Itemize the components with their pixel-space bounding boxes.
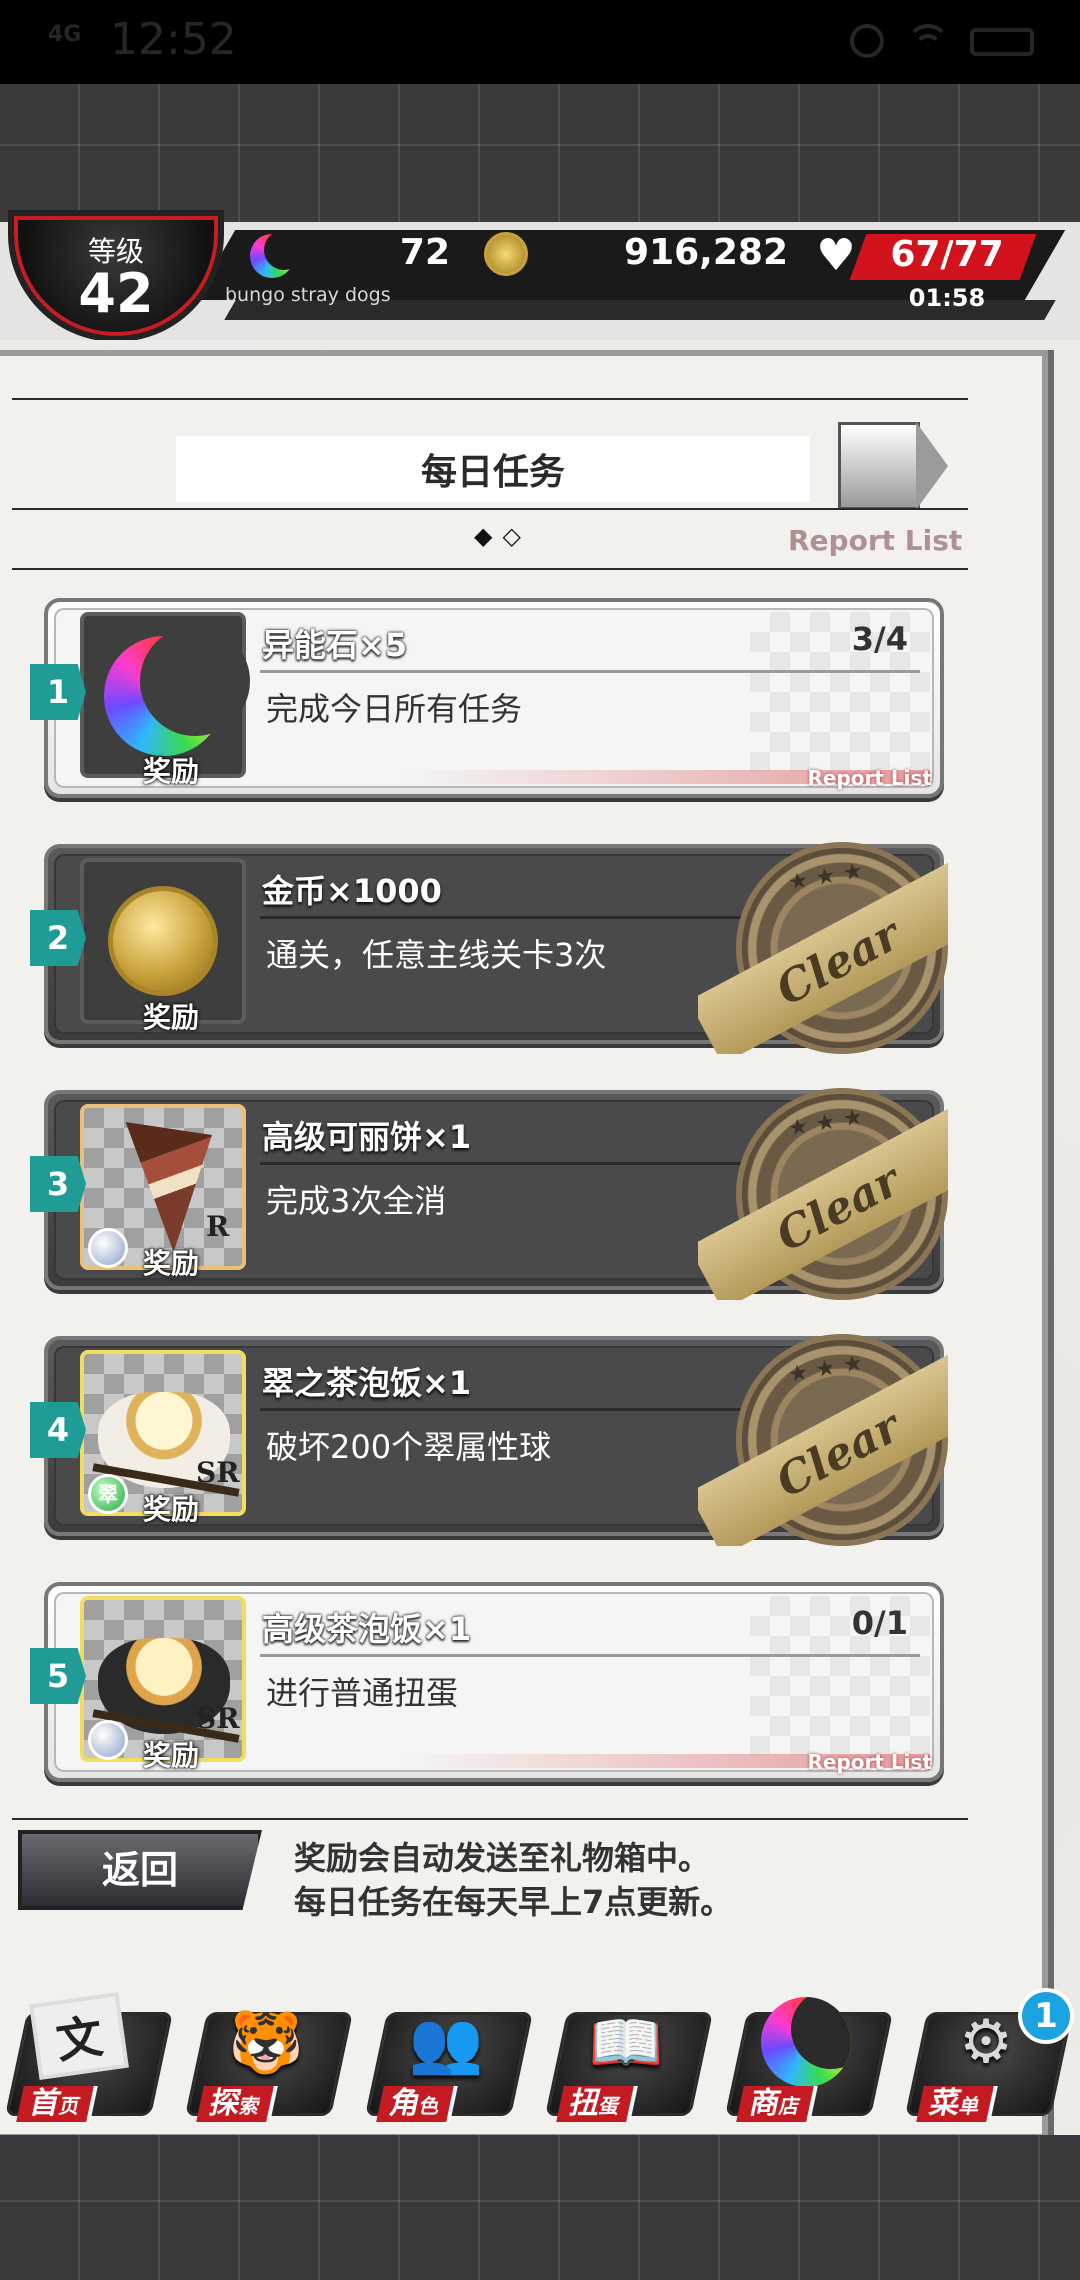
divider: [12, 398, 968, 400]
next-page-button[interactable]: [838, 422, 948, 510]
divider: [12, 568, 968, 570]
mission-number: 2: [30, 910, 86, 966]
rarity-label: SR: [196, 1702, 240, 1735]
battery-icon: [970, 28, 1034, 56]
mission-card-3[interactable]: 3 R 奖励 高级可丽饼×1 完成3次全消 ★★★ Clear: [30, 1090, 948, 1300]
mission-description: 进行普通扭蛋: [266, 1674, 459, 1712]
arrow-right-icon: [916, 422, 948, 510]
coin-icon: [484, 232, 528, 276]
divider: [12, 508, 968, 510]
crepe-icon: [125, 1122, 212, 1252]
explore-icon: 🐯: [228, 2007, 304, 2078]
clear-stamp: ★★★ Clear: [698, 838, 948, 1054]
mission-card-2[interactable]: 2 奖励 金币×1000 通关，任意主线关卡3次 ★★★ Clear: [30, 844, 948, 1054]
mission-progress: 3/4: [851, 620, 908, 658]
bottom-grid-band: [0, 2135, 1080, 2280]
mission-description: 通关，任意主线关卡3次: [266, 936, 607, 974]
reward-label: 奖励: [142, 1247, 199, 1280]
heart-icon: ♥: [816, 230, 856, 281]
stone-count: 72: [399, 232, 450, 273]
notice-line-1: 奖励会自动发送至礼物箱中。: [294, 1839, 711, 1877]
nav-label-shop: 商店: [736, 2086, 814, 2122]
page-title: 每日任务: [176, 436, 810, 502]
rarity-label: SR: [196, 1456, 240, 1489]
element-orb: 翠: [88, 1474, 128, 1514]
report-list-link[interactable]: Report List: [788, 524, 962, 557]
gacha-icon: 📖: [588, 2007, 664, 2078]
report-list-tag: Report List: [807, 766, 932, 790]
characters-icon: 👥: [408, 2007, 484, 2078]
status-bar: 4G 12:52: [0, 0, 1080, 84]
notice-text: 奖励会自动发送至礼物箱中。 每日任务在每天早上7点更新。: [294, 1836, 732, 1924]
orb-icon: [88, 1720, 128, 1760]
mission-reward: 翠之茶泡饭×1: [262, 1364, 472, 1402]
status-icons: [850, 22, 1040, 62]
mission-reward: 异能石×5: [262, 626, 408, 664]
back-button[interactable]: 返回: [18, 1830, 262, 1910]
game-subtitle: bungo stray dogs: [225, 284, 391, 306]
notification-badge: 1: [1018, 1988, 1074, 2044]
reward-label: 奖励: [142, 1739, 199, 1772]
divider: [12, 1818, 968, 1820]
orb-icon: [88, 1228, 128, 1268]
coin-count: 916,282: [624, 232, 788, 273]
game-header: 等级 42 72 916,282 bungo stray dogs ♥ 67/7…: [0, 210, 1080, 342]
ability-stone-icon: [250, 230, 304, 278]
level-value: 42: [78, 262, 154, 325]
clear-stamp: ★★★ Clear: [698, 1330, 948, 1546]
home-icon: 文: [29, 1992, 129, 2080]
status-time: 12:52: [110, 14, 237, 65]
mission-number: 3: [30, 1156, 86, 1212]
mission-description: 破坏200个翠属性球: [266, 1428, 552, 1466]
mission-card-1[interactable]: 1 奖励 异能石×5 完成今日所有任务 3/4 Report List: [30, 598, 944, 798]
reward-label: 奖励: [142, 1493, 199, 1526]
app-root: 4G 12:52 等级 42 72 916,282 bungo stray do…: [0, 0, 1080, 2280]
top-grid-band: [0, 84, 1080, 224]
mission-number: 4: [30, 1402, 86, 1458]
nav-label-menu: 菜单: [916, 2086, 994, 2122]
alarm-icon: [850, 24, 884, 58]
nav-shop[interactable]: 商店: [724, 1990, 894, 2135]
level-badge[interactable]: 等级 42: [8, 210, 224, 342]
mission-card-5[interactable]: 5 SR 奖励 高级茶泡饭×1 进行普通扭蛋 0/1 Report List: [30, 1582, 944, 1782]
shop-icon: [756, 1992, 856, 2092]
wifi-icon: [906, 22, 950, 60]
mission-number: 5: [30, 1648, 86, 1704]
reward-label: 奖励: [142, 1001, 199, 1034]
nav-label-home: 首页: [16, 2086, 94, 2122]
page-indicator: ◆◇: [474, 522, 531, 550]
gold-coin-icon: [108, 886, 218, 996]
report-list-tag: Report List: [807, 1750, 932, 1774]
mission-reward: 金币×1000: [262, 872, 442, 910]
nav-home[interactable]: 文 首页: [4, 1990, 174, 2135]
network-indicator: 4G: [48, 22, 82, 47]
nav-explore[interactable]: 🐯 探索: [184, 1990, 354, 2135]
nav-label-explore: 探索: [196, 2086, 274, 2122]
nav-label-gacha: 扭蛋: [556, 2086, 634, 2122]
mission-card-4[interactable]: 4 翠 SR 奖励 翠之茶泡饭×1 破坏200个翠属性球 ★★★ Clear: [30, 1336, 948, 1546]
nav-characters[interactable]: 👥 角色: [364, 1990, 534, 2135]
mission-description: 完成今日所有任务: [266, 690, 523, 728]
mission-number: 1: [30, 664, 86, 720]
stamina-value: 67/77: [890, 234, 1004, 275]
rarity-label: R: [206, 1210, 230, 1243]
mission-reward: 高级茶泡饭×1: [262, 1610, 472, 1648]
bottom-nav: 文 首页 🐯 探索 👥 角色 📖 扭蛋 商店 ⚙ 菜单: [0, 1990, 1080, 2135]
nav-label-characters: 角色: [376, 2086, 454, 2122]
stamina-timer: 01:58: [908, 284, 986, 312]
ability-stone-icon: [104, 626, 250, 756]
mission-reward: 高级可丽饼×1: [262, 1118, 472, 1156]
clear-stamp: ★★★ Clear: [698, 1084, 948, 1300]
mission-progress: 0/1: [851, 1604, 908, 1642]
mission-description: 完成3次全消: [266, 1182, 447, 1220]
nav-gacha[interactable]: 📖 扭蛋: [544, 1990, 714, 2135]
notice-line-2: 每日任务在每天早上7点更新。: [294, 1883, 733, 1921]
reward-label: 奖励: [142, 755, 199, 788]
